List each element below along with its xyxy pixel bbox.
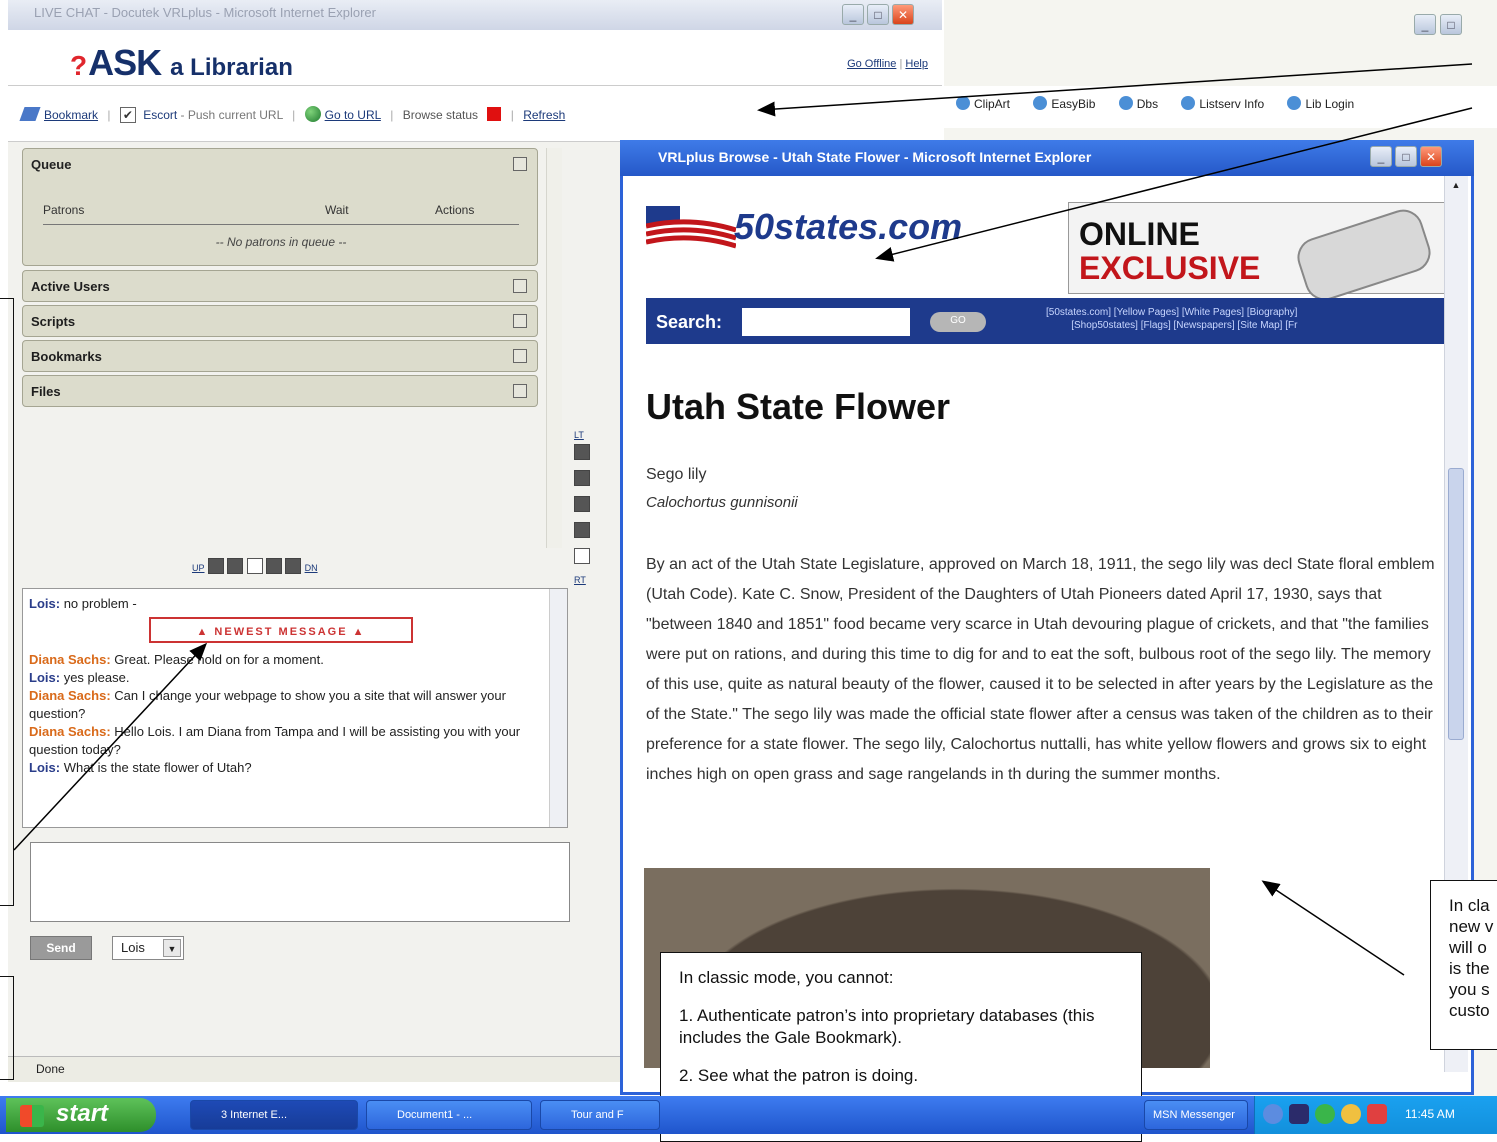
- taskbar: start 3 Internet E... Document1 - ... To…: [0, 1096, 1497, 1134]
- task-internet-explorer[interactable]: 3 Internet E...: [190, 1100, 358, 1130]
- arrow-site-logo: [875, 107, 1473, 262]
- task-document1[interactable]: Document1 - ...: [366, 1100, 532, 1130]
- task-tour[interactable]: Tour and F: [540, 1100, 660, 1130]
- arrow-browse-page: [1261, 880, 1405, 976]
- arrow-browse-status: [757, 63, 1473, 117]
- arrow-newest-message: [13, 642, 208, 851]
- callout-arrows: [13, 63, 1473, 976]
- tray-icon[interactable]: [1341, 1104, 1361, 1124]
- tray-icon[interactable]: [1289, 1104, 1309, 1124]
- tray-icon[interactable]: [1367, 1104, 1387, 1124]
- task-msn-messenger[interactable]: MSN Messenger: [1144, 1100, 1248, 1130]
- msn-icon[interactable]: [1315, 1104, 1335, 1124]
- clock: 11:45 AM: [1405, 1107, 1455, 1121]
- start-button[interactable]: start: [6, 1098, 156, 1132]
- tray-icon[interactable]: [1263, 1104, 1283, 1124]
- system-tray: 11:45 AM: [1254, 1096, 1497, 1134]
- windows-logo-icon: [20, 1105, 44, 1127]
